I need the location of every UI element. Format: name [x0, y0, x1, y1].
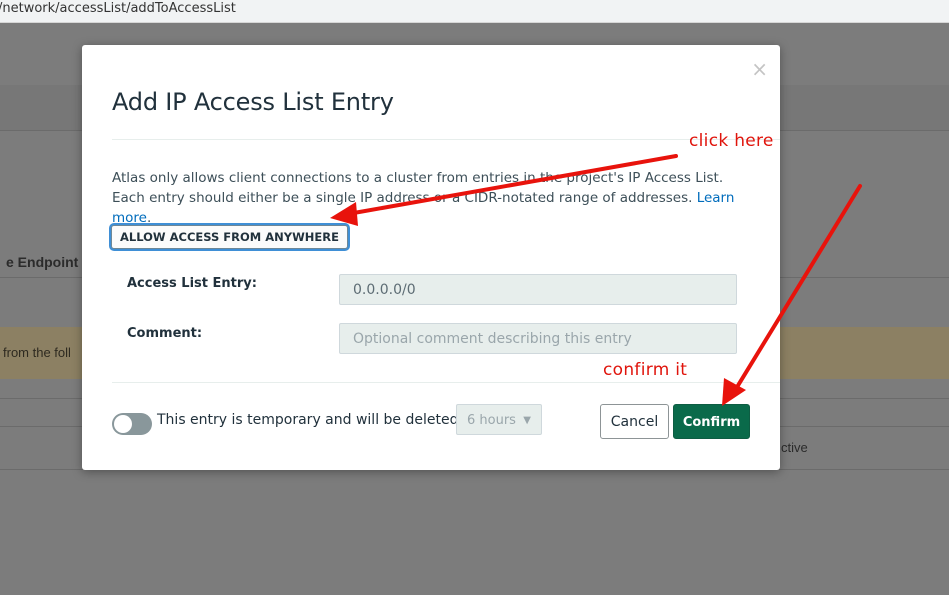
background-warning-text: from the foll	[3, 345, 71, 360]
duration-value: 6 hours	[467, 413, 516, 428]
close-icon[interactable]: ×	[751, 59, 768, 79]
chevron-down-icon: ▼	[523, 415, 531, 426]
modal-description: Atlas only allows client connections to …	[112, 170, 735, 226]
toggle-knob	[114, 415, 132, 433]
duration-select[interactable]: 6 hours ▼	[456, 404, 542, 435]
background-status-text: ctive	[781, 440, 808, 455]
access-list-entry-input[interactable]: 0.0.0.0/0	[339, 274, 737, 305]
temporary-entry-text: This entry is temporary and will be dele…	[157, 412, 476, 428]
allow-access-from-anywhere-button[interactable]: ALLOW ACCESS FROM ANYWHERE	[111, 225, 348, 249]
description-text: Atlas only allows client connections to …	[112, 170, 724, 206]
confirm-button[interactable]: Confirm	[673, 404, 750, 439]
cancel-button[interactable]: Cancel	[600, 404, 669, 439]
temporary-entry-toggle[interactable]	[112, 413, 152, 435]
comment-label: Comment:	[127, 326, 203, 341]
footer-divider	[112, 382, 780, 383]
title-divider	[112, 139, 780, 140]
modal-title: Add IP Access List Entry	[112, 88, 394, 116]
access-list-entry-label: Access List Entry:	[127, 276, 257, 291]
url-text: /network/accessList/addToAccessList	[0, 1, 236, 16]
comment-input[interactable]: Optional comment describing this entry	[339, 323, 737, 354]
add-ip-access-list-modal: × Add IP Access List Entry Atlas only al…	[82, 45, 780, 470]
annotation-confirm-it: confirm it	[603, 360, 688, 380]
browser-url-bar[interactable]: /network/accessList/addToAccessList	[0, 0, 949, 23]
annotation-click-here: click here	[689, 131, 774, 151]
background-endpoint-header: e Endpoint	[6, 254, 79, 270]
